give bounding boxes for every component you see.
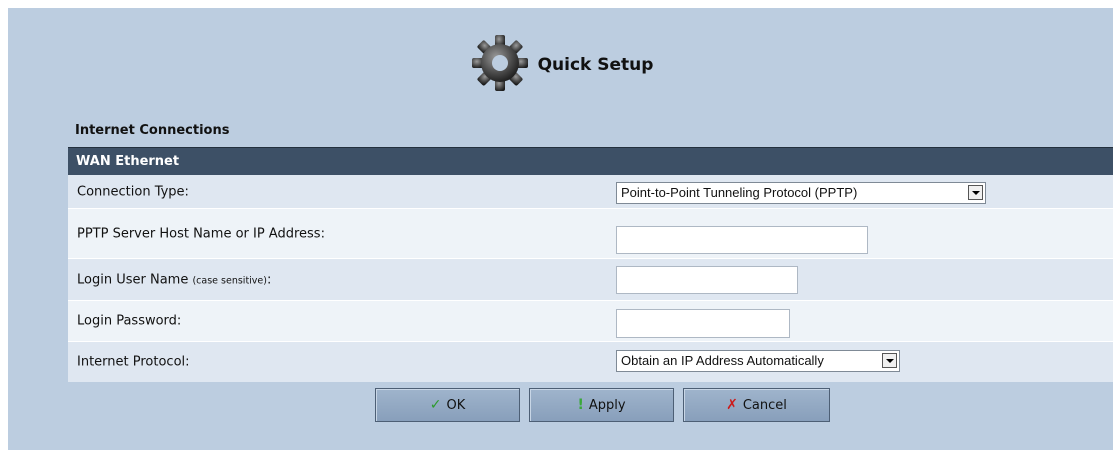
connection-type-select[interactable]: Point-to-Point Tunneling Protocol (PPTP) — [616, 182, 986, 204]
page-title: Quick Setup — [537, 55, 654, 75]
internet-protocol-value: Obtain an IP Address Automatically — [621, 353, 824, 368]
quick-setup-panel: Quick Setup Internet Connections WAN Eth… — [8, 8, 1113, 450]
internet-protocol-select[interactable]: Obtain an IP Address Automatically — [616, 350, 900, 372]
chevron-down-icon[interactable] — [968, 185, 983, 200]
pptp-server-row: PPTP Server Host Name or IP Address: — [68, 209, 1113, 259]
apply-button-label: Apply — [588, 397, 626, 413]
cancel-button[interactable]: ✗ Cancel — [683, 388, 830, 422]
login-password-row: Login Password: — [68, 301, 1113, 342]
internet-protocol-row: Internet Protocol: Obtain an IP Address … — [68, 342, 1113, 382]
login-user-row: Login User Name (case sensitive): — [68, 259, 1113, 301]
pptp-server-input[interactable] — [616, 226, 868, 254]
connection-type-label: Connection Type: — [77, 184, 189, 199]
gear-icon — [471, 35, 528, 91]
apply-button[interactable]: ! Apply — [529, 388, 674, 422]
cancel-button-label: Cancel — [742, 397, 787, 413]
page-header: Quick Setup — [8, 8, 1113, 118]
login-user-input[interactable] — [616, 266, 798, 294]
x-icon: ✗ — [726, 397, 738, 413]
ok-button-label: OK — [446, 397, 466, 413]
pptp-server-label: PPTP Server Host Name or IP Address: — [77, 226, 325, 241]
internet-protocol-label: Internet Protocol: — [77, 354, 190, 370]
login-user-label: Login User Name (case sensitive): — [77, 272, 272, 287]
section-title: Internet Connections — [75, 123, 230, 138]
check-icon: ✓ — [429, 397, 442, 413]
ok-button[interactable]: ✓ OK — [375, 388, 520, 422]
exclamation-icon: ! — [577, 397, 584, 413]
login-password-input[interactable] — [616, 309, 790, 338]
login-password-label: Login Password: — [77, 313, 182, 329]
connection-type-value: Point-to-Point Tunneling Protocol (PPTP) — [621, 185, 858, 200]
wan-ethernet-header: WAN Ethernet — [68, 147, 1113, 175]
chevron-down-icon[interactable] — [882, 353, 897, 368]
connection-type-row: Connection Type: Point-to-Point Tunnelin… — [68, 175, 1113, 209]
case-sensitive-note: (case sensitive) — [192, 275, 267, 286]
